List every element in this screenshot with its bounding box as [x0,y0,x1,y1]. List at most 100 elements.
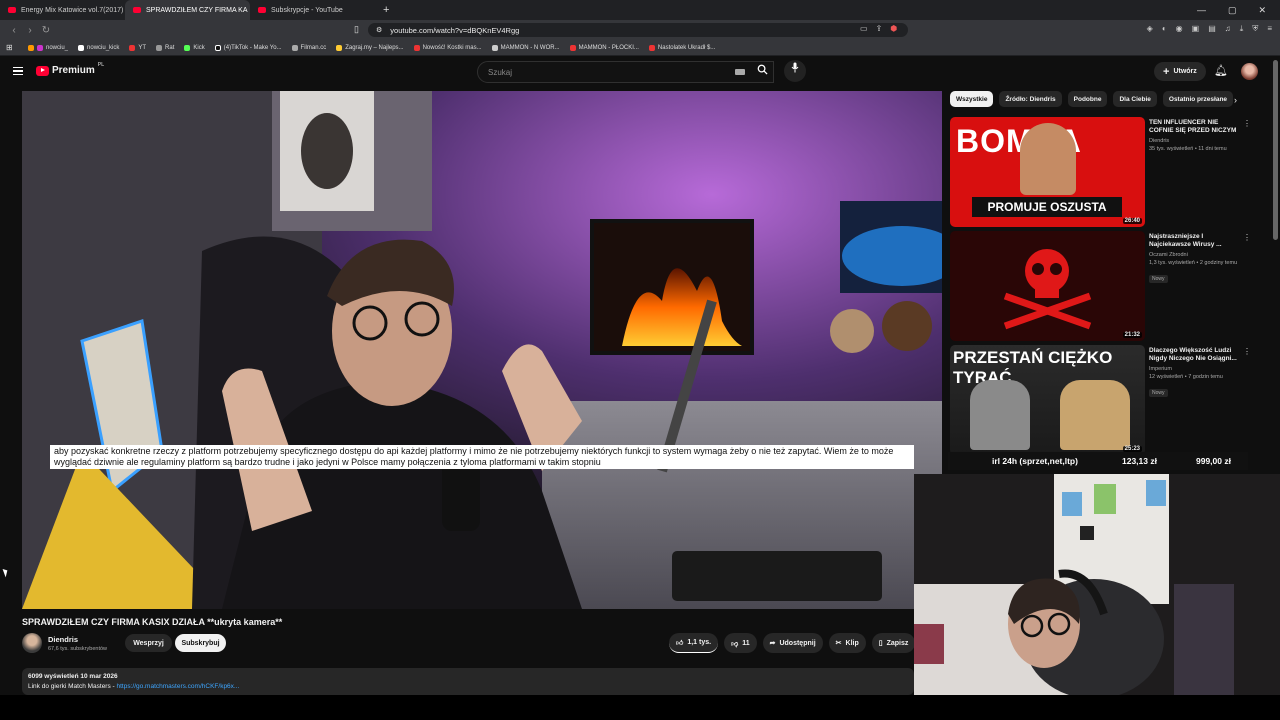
address-bar-row: ‹ › ↻ ▯ ⚙ youtube.com/watch?v=dBQKnEV4Rg… [0,20,1280,40]
more-options-icon[interactable]: ⋮ [1243,347,1251,356]
bookmark-item[interactable]: Rat [156,44,174,51]
more-options-icon[interactable]: ⋮ [1243,233,1251,242]
forward-icon[interactable]: › [22,25,38,36]
close-window-icon[interactable]: ✕ [1258,5,1266,16]
rec-meta: 1,3 tys. wyświetleń • 2 godziny temu [1149,260,1238,266]
rec-title[interactable]: Dlaczego Większość Ludzi Nigdy Niczego N… [1149,347,1241,363]
notifications-bell-icon[interactable]: 🔔︎ [1214,64,1228,77]
bookmark-item[interactable]: MAMMON - N WOR... [491,44,560,51]
back-icon[interactable]: ‹ [6,25,22,36]
bookmark-item[interactable]: nowciu_ [28,44,68,51]
keyboard-icon[interactable] [735,69,745,75]
bookmark-item[interactable]: Nowość! Kostki mas... [413,44,482,51]
description-link[interactable]: https://go.matchmasters.com/hCKF/kp6x... [117,683,240,690]
search-input[interactable]: Szukaj [477,61,774,83]
extension-icon[interactable]: ▣ [1192,24,1200,34]
tab-energy-mix[interactable]: Energy Mix Katowice vol.7(2017) [0,0,125,20]
bookmarks-bar: ⊞ nowciu_ nowciu_kick YT Rat Kick (4)Tik… [0,40,1280,56]
bookmark-item[interactable]: (4)TikTok - Make Yo... [214,44,282,51]
bookmark-item[interactable]: YT [129,44,146,51]
tab-subscriptions[interactable]: Subskrypcje - YouTube [250,0,375,20]
like-button[interactable]: 👍︎ 1,1 tys. [669,633,719,653]
clip-button[interactable]: ✂ Klip [828,633,866,653]
extension-icon[interactable]: ◉ [1176,24,1183,34]
dislike-button[interactable]: 👎︎ 11 [724,633,757,653]
tab-current-video[interactable]: SPRAWDZIŁEM CZY FIRMA KA ✕ [125,0,250,20]
channel-avatar[interactable] [22,633,42,653]
apps-grid-icon[interactable]: ⊞ [6,43,13,52]
music-icon[interactable]: ♫ [1225,24,1231,34]
share-icon[interactable]: ⇪ [876,24,883,33]
maximize-icon[interactable]: ▢ [1228,5,1237,16]
voice-search-button[interactable] [784,60,806,82]
subscribe-button[interactable]: Subskrybuj [175,634,226,652]
url-actions: ▭ ⇪ ⬢ [860,24,897,33]
search-icon [757,64,768,75]
goal-current: 123,13 zł [1122,456,1157,466]
share-button[interactable]: ➦ Udostępnij [762,633,823,653]
chip-all[interactable]: Wszystkie [950,91,994,107]
account-avatar[interactable] [1241,63,1258,80]
recommendation-item[interactable]: 21:32 Najstraszniejsze I Najciekawsze Wi… [950,231,1251,341]
bookmark-item[interactable]: MAMMON - PŁOCKI... [569,44,639,51]
new-badge: Nowy [1149,389,1168,397]
bookmark-item[interactable]: nowciu_kick [78,44,119,51]
extension-icon[interactable]: ◈ [1147,24,1153,34]
extension-icon[interactable]: ▤ [1208,24,1216,34]
youtube-play-icon [36,65,49,76]
save-button[interactable]: ▯ Zapisz [871,633,916,653]
thumbnail-subtitle-text: PROMUJE OSZUSTA [972,197,1122,217]
scissors-icon: ✂ [835,640,842,647]
video-description[interactable]: 6099 wyświetleń 10 mar 2026 Link do gier… [22,668,914,695]
extension-shield-icon[interactable]: ⬢ [890,24,897,33]
minimize-icon[interactable]: — [1197,5,1206,16]
webcam-frame [914,474,1280,695]
cast-icon[interactable]: ▭ [860,24,868,33]
youtube-premium-logo[interactable]: Premium PL [36,62,104,76]
create-button[interactable]: + Utwórz [1154,62,1206,81]
bookmark-item[interactable]: Filman.cc [291,44,326,51]
video-thumbnail[interactable]: 21:32 [950,231,1145,341]
video-thumbnail[interactable]: PRZESTAŃ CIĘŻKO TYRAĆ 25:23 [950,345,1145,455]
chip-source[interactable]: Źródło: Diendris [999,91,1062,107]
tab-label: Subskrypcje - YouTube [271,6,343,14]
rec-channel[interactable]: Oczami Zbrodni [1149,251,1241,259]
bookmark-item[interactable]: Nastolatek Ukradł $... [648,44,715,51]
bookmark-item[interactable]: Kick [184,44,205,51]
recommendation-item[interactable]: BOMBA PROMUJE OSZUSTA 26:40 TEN INFLUENC… [950,117,1251,227]
download-icon[interactable]: ⤓ [1240,24,1244,34]
search-button[interactable] [749,61,775,83]
menu-icon[interactable]: ≡ [1267,24,1272,34]
url-field[interactable]: ⚙ youtube.com/watch?v=dBQKnEV4Rgg [368,23,908,37]
site-settings-icon[interactable]: ⚙ [376,26,382,34]
rec-channel[interactable]: Imperium [1149,365,1241,373]
new-tab-button[interactable]: + [375,4,397,16]
plus-icon: + [1163,65,1170,78]
reload-icon[interactable]: ↻ [38,25,54,36]
thumbnail-figure [1060,380,1130,450]
rec-channel[interactable]: Diendris [1149,137,1241,145]
support-button[interactable]: Wesprzyj [125,634,172,652]
extension-icon[interactable]: ◐ [1162,24,1167,34]
chevron-right-icon[interactable]: › [1234,95,1237,105]
youtube-favicon-icon [258,7,266,13]
youtube-header: Premium PL Szukaj + Utwórz 🔔︎ [0,57,1280,87]
bookmark-item[interactable]: Zagraj.my – Najleps... [336,44,404,51]
duration-badge: 26:40 [1122,218,1142,224]
page-scrollbar[interactable] [1273,60,1278,240]
bookmark-icon[interactable]: ▯ [354,24,359,35]
chip-for-you[interactable]: Dla Ciebie [1113,91,1157,107]
video-player[interactable]: aby pozyskać konkretne rzeczy z platform… [22,91,942,609]
chip-recent[interactable]: Ostatnio przesłane [1162,91,1234,107]
duration-badge: 21:32 [1122,332,1142,338]
recommendation-item[interactable]: PRZESTAŃ CIĘŻKO TYRAĆ 25:23 Dlaczego Wię… [950,345,1251,455]
video-thumbnail[interactable]: BOMBA PROMUJE OSZUSTA 26:40 [950,117,1145,227]
rec-title[interactable]: Najstraszniejsze I Najciekawsze Wirusy .… [1149,233,1241,249]
extension-icons: ◈ ◐ ◉ ▣ ▤ ♫ ⤓ ⛨ ≡ [1147,24,1272,34]
channel-name[interactable]: Diendris [48,635,78,644]
rec-title[interactable]: TEN INFLUENCER NIE COFNIE SIĘ PRZED NICZ… [1149,119,1241,135]
more-options-icon[interactable]: ⋮ [1243,119,1251,128]
chip-similar[interactable]: Podobne [1067,91,1108,107]
shield-icon[interactable]: ⛨ [1252,24,1258,34]
guide-menu-icon[interactable] [13,67,23,75]
